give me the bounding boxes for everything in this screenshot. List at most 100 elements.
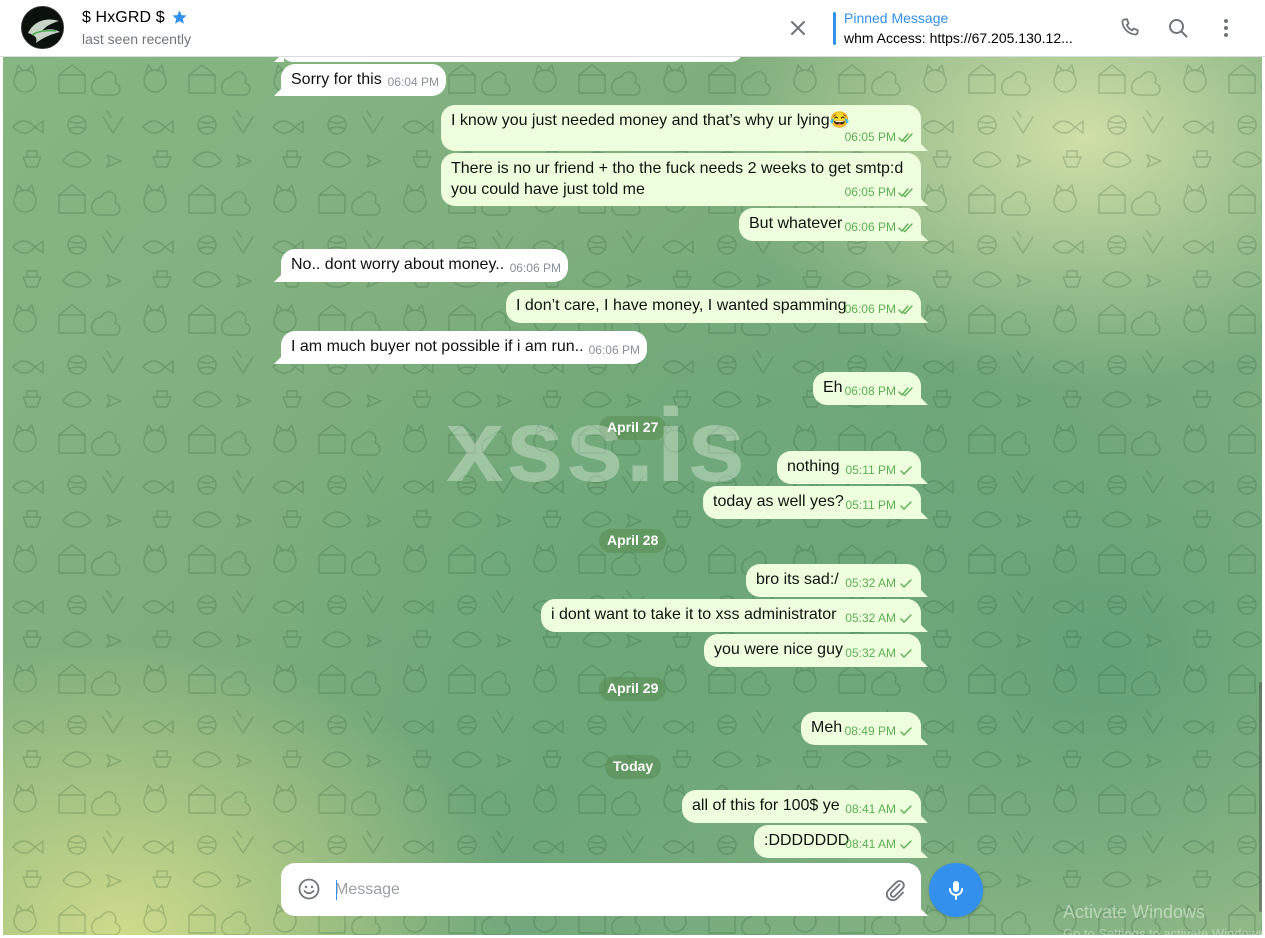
message-text: There is no ur friend + tho the fuck nee…: [451, 160, 904, 177]
message-text: But whatever: [749, 215, 843, 232]
message-text: you were nice guy: [714, 641, 843, 658]
message-bubble[interactable]: bro its sad:/ 05:32 AM: [746, 564, 921, 597]
message-text: :DDDDDDD: [764, 832, 850, 849]
peer-status: last seen recently: [82, 31, 191, 47]
close-icon[interactable]: [786, 16, 810, 40]
check-icon: [900, 649, 912, 658]
message-meta: 08:49 PM: [845, 721, 914, 742]
message-time: 08:49 PM: [844, 724, 896, 738]
message-meta: 05:32 AM: [845, 608, 914, 629]
message-meta: 05:32 AM: [845, 573, 914, 594]
message-time: 05:32 AM: [845, 646, 896, 660]
double-check-icon: [898, 188, 913, 198]
double-check-icon: [898, 387, 913, 397]
date-separator: April 29: [599, 677, 667, 701]
message-text: today as well yes?: [713, 493, 844, 510]
message-composer: [281, 863, 921, 916]
message-time: 06:05 PM: [844, 185, 896, 199]
activate-windows-subtitle: Go to Settings to activate Windows.: [1063, 926, 1262, 935]
date-separator: April 28: [599, 529, 667, 553]
message-meta: 06:06 PM: [845, 217, 914, 238]
message-bubble[interactable]: i dont want to take it to xss administra…: [541, 599, 921, 632]
message-bubble[interactable]: you were nice guy 05:32 AM: [704, 634, 921, 667]
message-text: Sorry for this: [291, 71, 382, 88]
message-meta: 06:05 PM: [845, 127, 914, 148]
scrollbar[interactable]: [1259, 682, 1262, 912]
message-text: I know you just needed money and that’s …: [451, 112, 850, 129]
message-text: Meh: [811, 719, 843, 736]
chat-header: $ HxGRD $ last seen recently Pinned Mess…: [0, 0, 1265, 57]
message-bubble[interactable]: Sorry for this 06:04 PM: [281, 64, 446, 96]
message-meta: 06:06 PM: [510, 258, 561, 279]
date-separator: April 27: [599, 416, 667, 440]
message-text-line-2: you could have just told me: [451, 181, 645, 198]
check-icon: [900, 727, 912, 736]
pinned-text[interactable]: whm Access: https://67.205.130.12...: [844, 30, 1084, 46]
check-icon: [900, 805, 912, 814]
message-time: 05:32 AM: [845, 611, 896, 625]
message-time: 08:41 AM: [845, 802, 896, 816]
message-time: 06:05 PM: [844, 130, 896, 144]
attach-icon[interactable]: [883, 878, 907, 902]
check-icon: [900, 466, 912, 475]
message-meta: 05:32 AM: [845, 643, 914, 664]
pinned-title[interactable]: Pinned Message: [844, 10, 948, 26]
check-icon: [900, 614, 912, 623]
mic-button[interactable]: [929, 863, 983, 917]
message-meta: 05:11 PM: [846, 495, 914, 516]
message-time: 05:32 AM: [845, 576, 896, 590]
double-check-icon: [898, 305, 913, 315]
text-cursor: [336, 880, 337, 900]
message-meta: 06:06 PM: [845, 299, 914, 320]
peer-name[interactable]: $ HxGRD $: [82, 9, 165, 27]
message-text: Eh: [823, 379, 843, 396]
more-vertical-icon[interactable]: [1214, 16, 1238, 40]
search-icon[interactable]: [1166, 16, 1190, 40]
message-time: 06:04 PM: [387, 75, 439, 89]
pinned-indicator: [833, 12, 836, 45]
message-meta: 06:08 PM: [845, 381, 914, 402]
activate-windows-title: Activate Windows: [1063, 902, 1206, 922]
message-meta: 06:04 PM: [388, 72, 439, 93]
message-bubble[interactable]: Eh 06:08 PM: [813, 372, 921, 405]
message-time: 06:06 PM: [844, 302, 896, 316]
message-text: nothing: [787, 458, 840, 475]
message-time: 06:06 PM: [844, 220, 896, 234]
message-text: all of this for 100$ ye: [692, 797, 840, 814]
star-icon: [172, 10, 187, 24]
message-bubble[interactable]: nothing 05:11 PM: [777, 451, 921, 484]
message-bubble[interactable]: I don’t care, I have money, I wanted spa…: [506, 290, 921, 323]
check-icon: [900, 501, 912, 510]
double-check-icon: [898, 133, 913, 143]
message-time: 06:06 PM: [509, 261, 561, 275]
message-time: 06:08 PM: [844, 384, 896, 398]
message-meta: 08:41 AM: [845, 834, 914, 855]
message-text: i dont want to take it to xss administra…: [551, 606, 837, 623]
emoji-icon[interactable]: [297, 877, 321, 901]
message-bubble[interactable]: No.. dont worry about money.. 06:06 PM: [281, 249, 568, 282]
message-time: 05:11 PM: [845, 463, 896, 477]
message-input[interactable]: [335, 877, 865, 903]
message-meta: 08:41 AM: [845, 799, 914, 820]
message-bubble[interactable]: all of this for 100$ ye 08:41 AM: [682, 790, 921, 823]
mic-icon: [949, 881, 963, 900]
message-bubble[interactable]: :DDDDDDD 08:41 AM: [754, 825, 921, 858]
message-meta: 06:05 PM: [845, 182, 914, 203]
message-text: I am much buyer not possible if i am run…: [291, 338, 584, 355]
message-bubble[interactable]: Meh 08:49 PM: [801, 712, 921, 745]
double-check-icon: [898, 223, 913, 233]
message-text: bro its sad:/: [756, 571, 839, 588]
message-bubble[interactable]: There is no ur friend + tho the fuck nee…: [441, 153, 921, 206]
check-icon: [900, 579, 912, 588]
message-text: I don’t care, I have money, I wanted spa…: [516, 297, 847, 314]
phone-icon[interactable]: [1118, 16, 1142, 40]
message-time: 08:41 AM: [845, 837, 896, 851]
message-bubble[interactable]: I know you just needed money and that’s …: [441, 105, 921, 151]
message-bubble[interactable]: I am much buyer not possible if i am run…: [281, 331, 647, 364]
message-bubble[interactable]: today as well yes? 05:11 PM: [703, 486, 921, 519]
message-bubble[interactable]: But whatever 06:06 PM: [739, 208, 921, 241]
avatar[interactable]: [21, 6, 64, 49]
message-text: No.. dont worry about money..: [291, 256, 505, 273]
date-separator: Today: [605, 755, 662, 779]
check-icon: [900, 840, 912, 849]
